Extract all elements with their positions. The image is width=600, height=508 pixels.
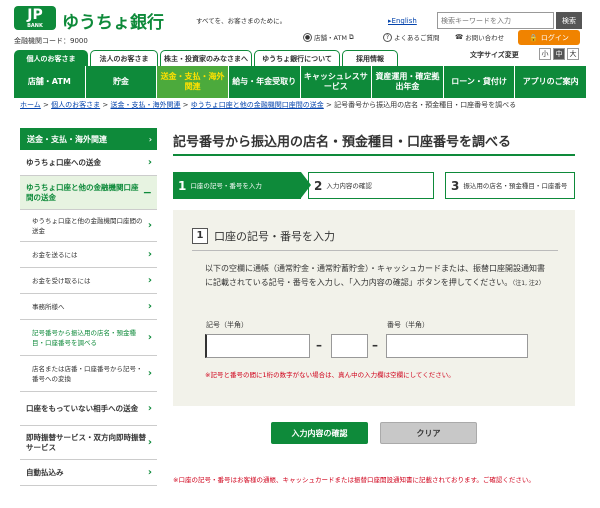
breadcrumb-interbank[interactable]: ゆうちょ口座と他の金融機関口座間の送金: [191, 101, 324, 109]
nav-apps[interactable]: アプリのご案内: [515, 66, 586, 98]
tagline: すべてを、お客さまのために。: [196, 17, 287, 25]
tab-corporate[interactable]: 法人のお客さま: [90, 50, 158, 66]
chevron-right-icon: ›: [147, 466, 152, 478]
sidebar-subitem[interactable]: お金を送るには ›: [20, 242, 157, 268]
sidebar-heading[interactable]: 送金・支払・海外関連 ›: [20, 128, 157, 150]
instructions-note: （注1, 注2）: [512, 280, 545, 287]
chevron-right-icon: ›: [147, 367, 152, 379]
symbol-input[interactable]: [205, 334, 310, 358]
number-input[interactable]: [386, 334, 528, 358]
login-button[interactable]: 🔒 ログイン: [518, 30, 580, 45]
phone-icon: ☎: [455, 33, 464, 41]
logo-mark[interactable]: JP BANK: [14, 6, 56, 30]
chevron-right-icon: ›: [147, 219, 152, 231]
chevron-right-icon: ›: [148, 134, 152, 144]
nav-cashless[interactable]: キャッシュレスサービス: [301, 66, 373, 98]
instructions: 以下の空欄に通帳（通常貯金・通常貯蓄貯金）・キャッシュカードまたは、振替口座開設…: [205, 264, 545, 287]
nav-salary-pension[interactable]: 給与・年金受取り: [229, 66, 301, 98]
font-size-label: 文字サイズ変更: [470, 51, 519, 59]
confirm-button[interactable]: 入力内容の確認: [271, 422, 368, 444]
contact-link[interactable]: ☎ お問い合わせ: [455, 32, 504, 42]
sidebar-item-open[interactable]: ゆうちょ口座と他の金融機関口座間の送金 −: [20, 176, 157, 210]
section-number: 1: [192, 228, 208, 244]
sidebar-item[interactable]: 自動払込み ›: [20, 460, 157, 486]
sidebar-subitem[interactable]: 事務所様へ ›: [20, 294, 157, 320]
chevron-right-icon: ›: [147, 331, 152, 343]
breadcrumb-home[interactable]: ホーム: [20, 101, 41, 109]
footer-note: ※口座の記号・番号はお客様の通帳、キャッシュカードまたは振替口座開設通知書に記載…: [173, 476, 535, 484]
clear-button[interactable]: クリア: [380, 422, 477, 444]
font-size-medium-button[interactable]: 中: [553, 48, 565, 60]
nav-remittance[interactable]: 送金・支払・海外関連: [157, 66, 229, 98]
symbol-label: 記号（半角）: [206, 321, 248, 329]
nav-investment[interactable]: 資産運用・確定拠出年金: [372, 66, 444, 98]
sidebar-item[interactable]: ゆうちょ口座への送金 ›: [20, 150, 157, 176]
bank-code: 金融機関コード：9000: [14, 37, 88, 45]
sidebar-subitem[interactable]: 店名または店番・口座番号から記号・番号への変換 ›: [20, 356, 157, 392]
chevron-right-icon: ›: [147, 274, 152, 286]
search-input[interactable]: [437, 12, 554, 29]
nav-atm[interactable]: 店舗・ATM: [14, 66, 86, 98]
dash-separator: –: [372, 338, 378, 352]
tab-recruit[interactable]: 採用情報: [342, 50, 398, 66]
english-link[interactable]: ▸English: [388, 17, 417, 25]
brand-name[interactable]: ゆうちょ銀行: [62, 8, 164, 33]
dash-separator: –: [316, 338, 322, 352]
breadcrumb-remittance[interactable]: 送金・支払・海外関連: [110, 101, 180, 109]
atm-link[interactable]: ● 店舗・ATM ⧉: [303, 32, 354, 42]
section-title: 口座の記号・番号を入力: [214, 230, 335, 243]
question-icon: ?: [383, 32, 392, 42]
minus-icon: −: [142, 185, 152, 199]
sidebar-subitem-current[interactable]: 記号番号から振込用の店名・預金種目・口座番号を調べる ›: [20, 320, 157, 356]
tab-investors[interactable]: 株主・投資家のみなさまへ: [160, 50, 252, 66]
nav-savings[interactable]: 貯金: [86, 66, 158, 98]
step-3: 3 振込用の店名・預金種目・口座番号: [445, 172, 575, 199]
section-divider: [192, 250, 558, 251]
chevron-right-icon: ›: [147, 156, 152, 168]
tab-personal[interactable]: 個人のお客さま: [14, 50, 88, 66]
search-button[interactable]: 検索: [556, 12, 582, 29]
sidebar-item[interactable]: 口座をもっていない相手への送金 ›: [20, 392, 157, 426]
breadcrumb-personal[interactable]: 個人のお客さま: [51, 101, 100, 109]
logo-subtext: BANK: [27, 23, 43, 29]
main-nav: 店舗・ATM 貯金 送金・支払・海外関連 給与・年金受取り キャッシュレスサービ…: [14, 66, 586, 98]
nav-loans[interactable]: ローン・貸付け: [444, 66, 516, 98]
faq-link[interactable]: ? よくあるご質問: [383, 32, 440, 42]
step-2: 2 入力内容の確認: [308, 172, 434, 199]
title-divider: [173, 154, 575, 156]
chevron-right-icon: ›: [147, 436, 152, 448]
chevron-right-icon: ›: [147, 248, 152, 260]
field-note: ※記号と番号の間に1桁の数字がない場合は、真ん中の入力欄は空欄にしてください。: [205, 371, 455, 379]
breadcrumb-current: 記号番号から振込用の店名・預金種目・口座番号を調べる: [334, 101, 517, 109]
lock-icon: 🔒: [529, 33, 538, 42]
number-label: 番号（半角）: [387, 321, 429, 329]
symbol-digit-input[interactable]: [331, 334, 368, 358]
external-link-icon: ⧉: [349, 32, 354, 41]
pin-icon: ●: [303, 32, 312, 42]
font-size-small-button[interactable]: 小: [539, 48, 551, 60]
chevron-right-icon: ›: [147, 300, 152, 312]
font-size-large-button[interactable]: 大: [567, 48, 579, 60]
page-title: 記号番号から振込用の店名・預金種目・口座番号を調べる: [173, 135, 512, 150]
sidebar-subitem[interactable]: お金を受け取るには ›: [20, 268, 157, 294]
sidebar: 送金・支払・海外関連 › ゆうちょ口座への送金 › ゆうちょ口座と他の金融機関口座間…: [20, 128, 157, 486]
tab-about[interactable]: ゆうちょ銀行について: [254, 50, 340, 66]
chevron-right-icon: ›: [147, 402, 152, 414]
sidebar-subitem[interactable]: ゆうちょ口座と他の金融機関口座間の送金 ›: [20, 210, 157, 242]
sidebar-item[interactable]: 即時振替サービス・双方向即時振替サービス ›: [20, 426, 157, 460]
logo-text: JP: [27, 7, 43, 23]
step-1: 1 口座の記号・番号を入力: [173, 172, 311, 199]
breadcrumb: ホーム > 個人のお客さま > 送金・支払・海外関連 > ゆうちょ口座と他の金融…: [20, 101, 517, 109]
